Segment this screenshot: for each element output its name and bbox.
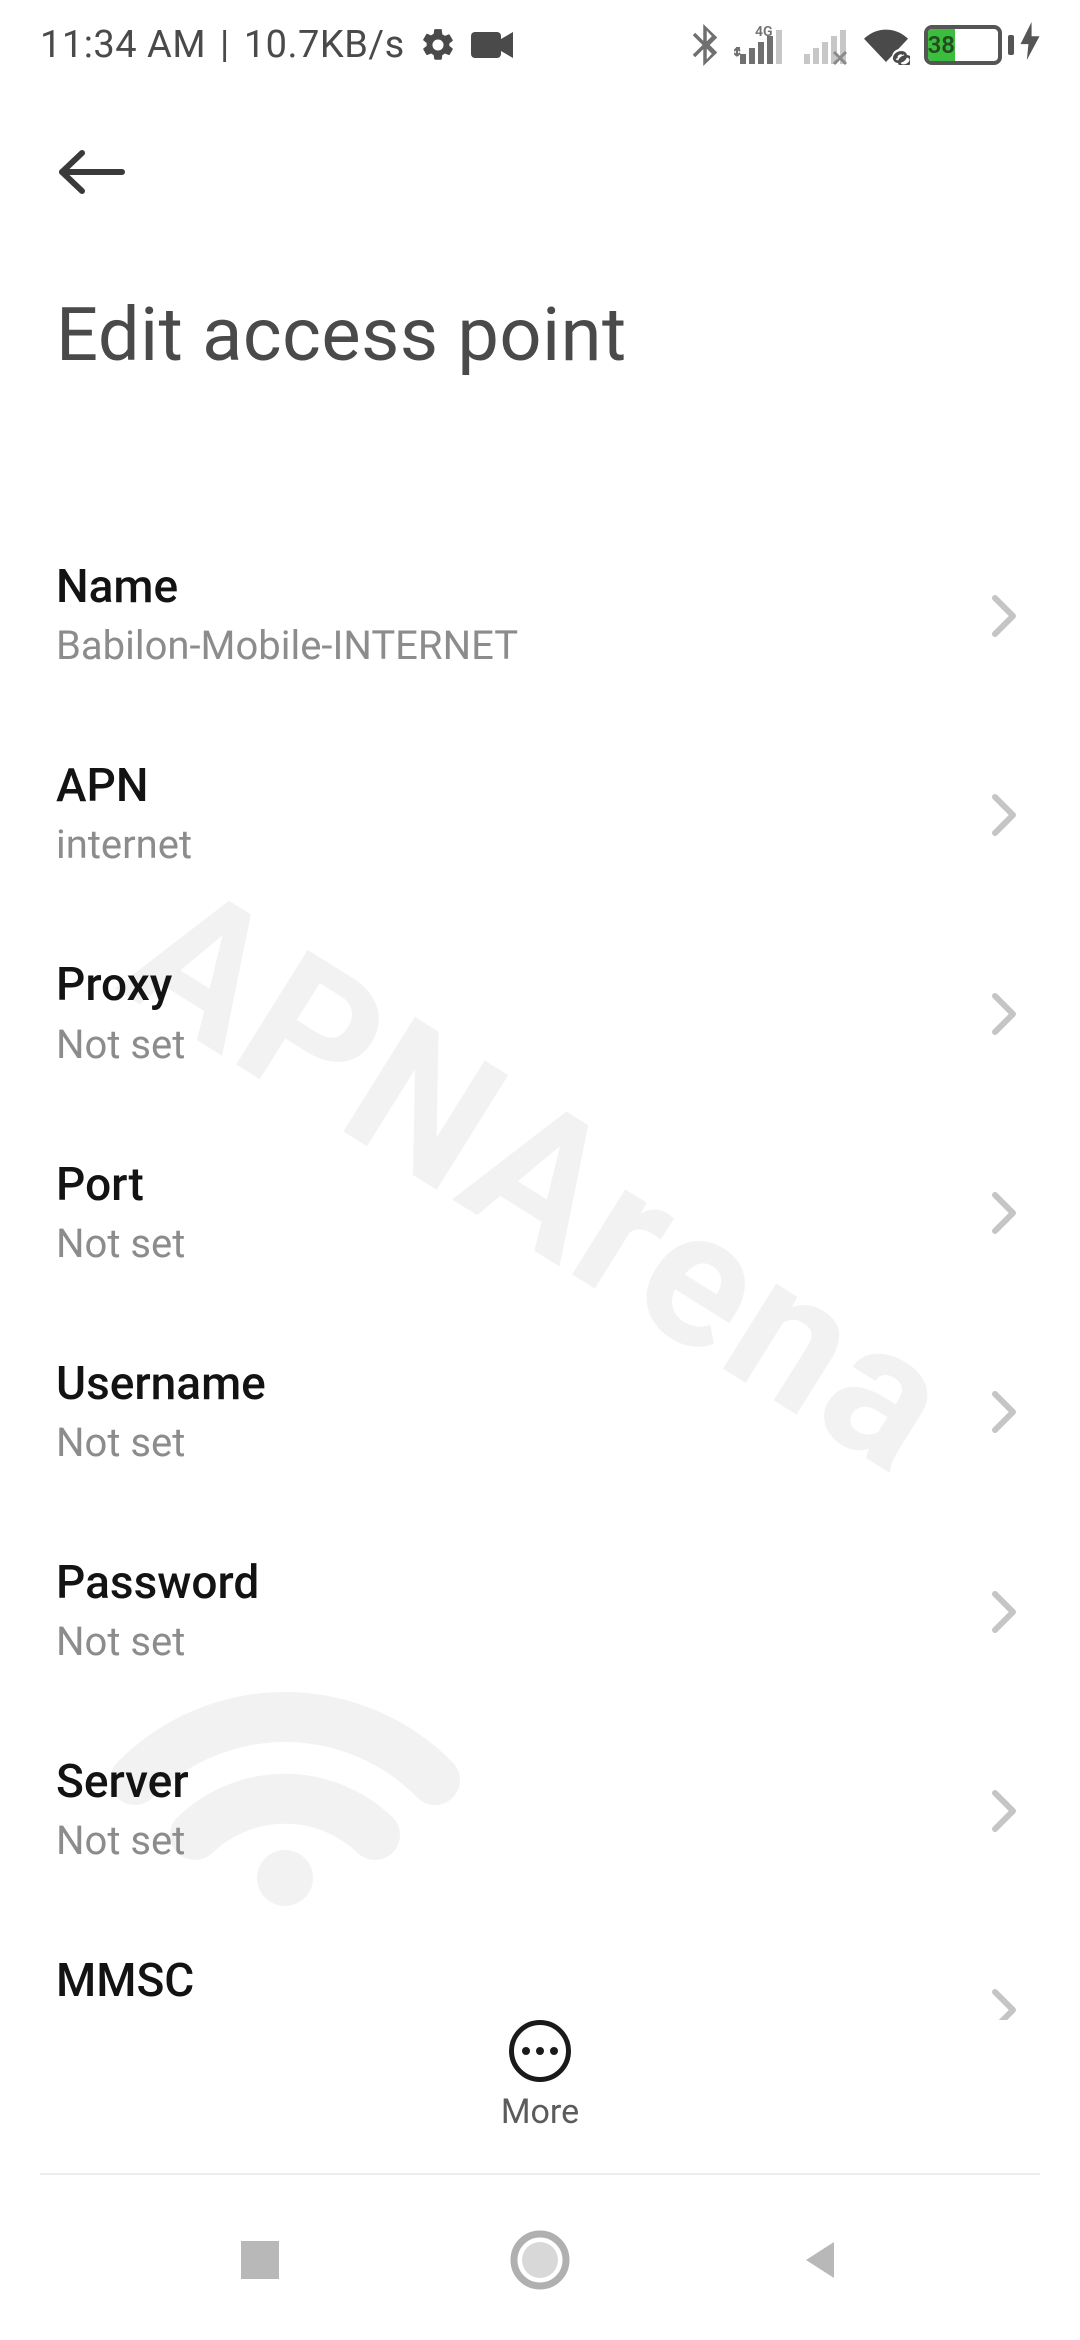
chevron-right-icon (984, 990, 1024, 1038)
setting-value: Not set (56, 1418, 960, 1468)
back-arrow-icon (56, 147, 128, 197)
signal-4g-icon: 4G (734, 24, 784, 66)
setting-label: Name (56, 560, 960, 615)
more-icon (509, 2020, 571, 2082)
setting-value: Not set (56, 1020, 960, 1070)
setting-label: MMSC (56, 1954, 960, 2009)
setting-row-port[interactable]: Port Not set (0, 1114, 1080, 1313)
setting-value: internet (56, 820, 960, 870)
bottom-divider (40, 2173, 1040, 2175)
charging-bolt-icon (1020, 22, 1040, 68)
chevron-right-icon (984, 791, 1024, 839)
status-separator: | (220, 23, 230, 67)
status-time: 11:34 AM (40, 23, 206, 67)
chevron-right-icon (984, 1787, 1024, 1835)
chevron-right-icon (984, 1388, 1024, 1436)
nav-home-button[interactable] (490, 2210, 590, 2310)
setting-label: Password (56, 1556, 960, 1611)
settings-list: Name Babilon-Mobile-INTERNET APN internet Pr… (0, 516, 1080, 2050)
setting-row-server[interactable]: Server Not set (0, 1711, 1080, 1910)
setting-label: Server (56, 1755, 960, 1810)
setting-row-proxy[interactable]: Proxy Not set (0, 914, 1080, 1113)
system-navbar (0, 2180, 1080, 2340)
circle-icon (510, 2230, 570, 2290)
camera-icon (471, 30, 513, 60)
chevron-right-icon (984, 592, 1024, 640)
setting-value: Not set (56, 1617, 960, 1667)
signal-nosim-icon (798, 24, 848, 66)
setting-row-apn[interactable]: APN internet (0, 715, 1080, 914)
setting-value: Not set (56, 1219, 960, 1269)
status-bar: 11:34 AM | 10.7KB/s 4G (0, 0, 1080, 90)
bluetooth-icon (690, 24, 720, 66)
square-icon (237, 2237, 283, 2283)
setting-label: Port (56, 1158, 960, 1213)
setting-value: Not set (56, 1816, 960, 1866)
setting-label: APN (56, 759, 960, 814)
more-button[interactable]: More (0, 2020, 1080, 2170)
chevron-right-icon (984, 1588, 1024, 1636)
battery-percent: 38 (928, 29, 955, 61)
page-header: Edit access point (0, 92, 1080, 409)
setting-row-name[interactable]: Name Babilon-Mobile-INTERNET (0, 516, 1080, 715)
setting-value: Babilon-Mobile-INTERNET (56, 621, 960, 671)
setting-label: Proxy (56, 958, 960, 1013)
wifi-icon (862, 25, 910, 65)
page-title: Edit access point (56, 292, 1024, 379)
setting-row-password[interactable]: Password Not set (0, 1512, 1080, 1711)
setting-label: Username (56, 1357, 960, 1412)
status-net-speed: 10.7KB/s (244, 23, 405, 67)
gear-icon (419, 26, 457, 64)
nav-recent-button[interactable] (210, 2210, 310, 2310)
nav-back-button[interactable] (770, 2210, 870, 2310)
chevron-right-icon (984, 1189, 1024, 1237)
triangle-back-icon (796, 2236, 844, 2284)
setting-row-username[interactable]: Username Not set (0, 1313, 1080, 1512)
battery-indicator: 38 (924, 22, 1040, 68)
more-label: More (501, 2092, 579, 2132)
back-button[interactable] (56, 132, 136, 212)
